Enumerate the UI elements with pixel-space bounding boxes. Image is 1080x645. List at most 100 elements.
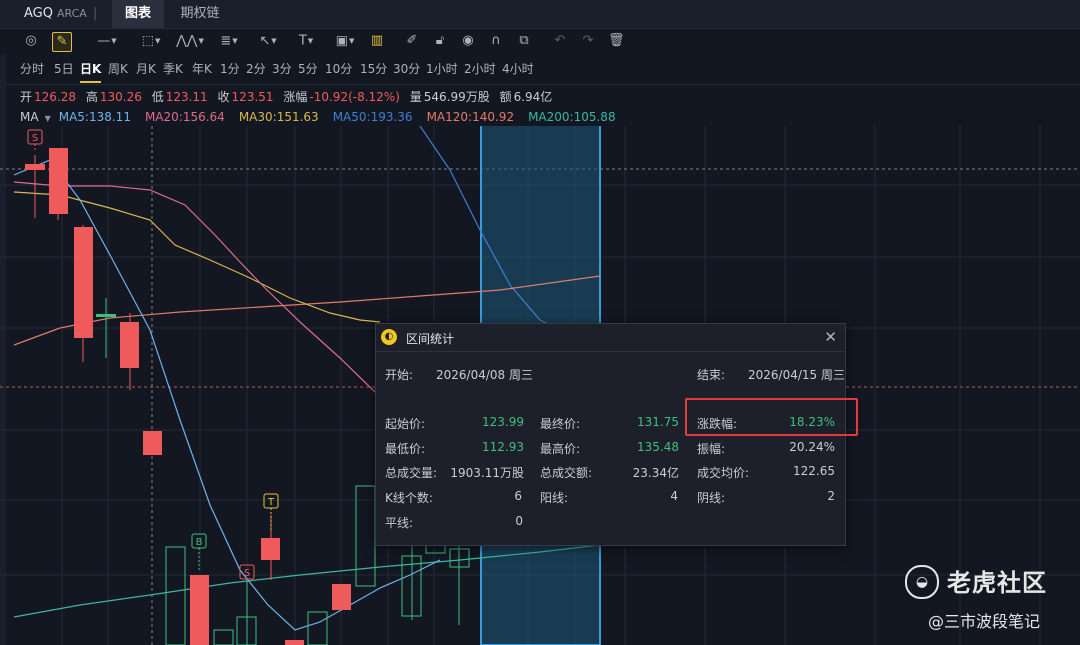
avg-price-label: 成交均价: (697, 466, 750, 480)
watermark-author: @三市波段笔记 (928, 612, 1041, 631)
period-4h[interactable]: 4小时 (502, 58, 534, 80)
period-1h[interactable]: 1小时 (426, 58, 458, 80)
ticker-separator: | (92, 6, 98, 21)
candle-1 (25, 164, 45, 170)
high-price-label: 最高价: (540, 442, 581, 456)
period-15m[interactable]: 15分 (360, 58, 387, 80)
up-candles-label: 阳线: (540, 491, 569, 505)
period-1m[interactable]: 1分 (220, 58, 240, 80)
candle-count-value: 6 (514, 489, 522, 503)
period-weekly[interactable]: 周K (108, 58, 128, 80)
ma20-value: MA20:156.64 (144, 110, 225, 124)
period-3m[interactable]: 3分 (272, 58, 292, 80)
low-price-label: 最低价: (385, 442, 426, 456)
close-icon[interactable]: ✕ (824, 328, 837, 346)
candle-count-label: K线个数: (385, 491, 433, 505)
total-volume-label: 总成交量: (385, 466, 438, 480)
signal-marker-s-top: S (27, 129, 43, 152)
tiger-logo-icon: ◐ (381, 329, 397, 345)
open-label: 开 (20, 90, 33, 104)
candle-8 (190, 575, 209, 645)
brush-icon[interactable]: ✐ (404, 32, 420, 50)
period-quarterly[interactable]: 季K (163, 58, 183, 80)
arrow-icon[interactable]: ↖▼ (254, 32, 282, 50)
open-value: 126.28 (34, 90, 77, 104)
ma-legend-title[interactable]: MA (20, 110, 39, 124)
candle-3 (74, 227, 93, 338)
ma200-value: MA200:105.88 (528, 110, 616, 124)
redo-icon[interactable]: ↷ (580, 32, 596, 50)
line-icon[interactable]: —▼ (90, 32, 124, 50)
start-price-value: 123.99 (482, 415, 524, 429)
crosshair-icon[interactable]: ◎ (22, 32, 40, 50)
lock-icon[interactable]: 🔓︎ (432, 32, 448, 50)
draw-pen-icon[interactable]: ✎ (52, 32, 72, 52)
ticker-symbol: AGQ (24, 6, 53, 21)
eye-icon[interactable]: ◉ (460, 32, 476, 50)
amplitude-label: 振幅: (697, 442, 726, 456)
total-amount-value: 23.34亿 (632, 466, 679, 480)
fib-icon[interactable]: ≣▼ (214, 32, 244, 50)
ma5-value: MA5:138.11 (58, 110, 131, 124)
change-pct-highlight-box (685, 398, 858, 436)
period-yearly[interactable]: 年K (192, 58, 212, 80)
down-candles-value: 2 (827, 489, 835, 503)
period-daily[interactable]: 日K (80, 58, 102, 83)
undo-icon[interactable]: ↶ (552, 32, 568, 50)
change-value: -10.92(-8.12%) (309, 90, 400, 104)
period-5d[interactable]: 5日 (54, 58, 74, 80)
layers-icon[interactable]: ⧉ (516, 32, 532, 50)
text-icon[interactable]: T▼ (292, 32, 320, 50)
signal-marker-t: T (263, 493, 279, 530)
high-value: 130.26 (99, 90, 142, 104)
trash-icon[interactable]: 🗑︎ (608, 32, 625, 50)
header-divider (0, 84, 1080, 85)
candle-7 (165, 546, 186, 645)
period-5m[interactable]: 5分 (298, 58, 318, 80)
ohlc-quote-line: 开 126.28 高 130.26 低 123.11 收 123.51 涨幅 -10.92… (20, 88, 558, 105)
amplitude-value: 20.24% (789, 440, 835, 454)
period-intraday[interactable]: 分时 (20, 58, 44, 80)
ma30-value: MA30:151.63 (238, 110, 319, 124)
period-30m[interactable]: 30分 (393, 58, 420, 80)
drawing-toolbar: ◎ ✎ —▼ ⬚▼ ⋀⋀▼ ≣▼ ↖▼ T▼ ▣▼ ▥ ✐ 🔓︎ ◉ ∩ ⧉ ↶… (0, 28, 1080, 54)
period-10m[interactable]: 10分 (325, 58, 352, 80)
low-label: 低 (151, 90, 164, 104)
rectangle-icon[interactable]: ⬚▼ (136, 32, 166, 50)
flat-candles-value: 0 (515, 514, 523, 528)
tab-chart[interactable]: 图表 (112, 0, 164, 28)
candle-2 (49, 148, 68, 214)
signal-b-text: B (196, 537, 203, 548)
candle-17 (425, 544, 446, 554)
total-volume-value: 1903.11万股 (450, 466, 524, 480)
candle-14 (332, 584, 351, 610)
signal-s-low-text: S (244, 568, 250, 579)
period-2h[interactable]: 2小时 (464, 58, 496, 80)
pattern-icon[interactable]: ⋀⋀▼ (174, 32, 206, 50)
candle-6 (143, 431, 162, 455)
amount-value: 6.94亿 (513, 90, 553, 104)
ma-legend: MA ▼ MA5:138.11 MA20:156.64 MA30:151.63 MA50:… (20, 110, 630, 124)
title-bar: AGQ ARCA | 图表 期权链 (0, 0, 1080, 29)
end-label: 结束: (697, 368, 726, 382)
candle-5 (120, 322, 139, 368)
volume-label: 量 (409, 90, 422, 104)
ma20-line (13, 181, 401, 406)
total-amount-label: 总成交额: (540, 466, 593, 480)
indicator-icon[interactable]: ▥ (368, 32, 386, 50)
end-price-label: 最终价: (540, 417, 581, 431)
tiger-community-logo-icon: ◒ (905, 565, 939, 599)
period-monthly[interactable]: 月K (136, 58, 156, 80)
start-label: 开始: (385, 368, 414, 382)
annotation-icon[interactable]: ▣▼ (330, 32, 360, 50)
period-2m[interactable]: 2分 (246, 58, 266, 80)
high-label: 高 (85, 90, 98, 104)
magnet-icon[interactable]: ∩ (488, 32, 504, 50)
volume-value: 546.99万股 (423, 90, 490, 104)
ticker-label[interactable]: AGQ ARCA | (24, 6, 97, 21)
ma-dropdown-icon[interactable]: ▼ (45, 114, 51, 123)
candle-15 (355, 485, 376, 587)
start-price-label: 起始价: (385, 417, 426, 431)
tab-option-chain[interactable]: 期权链 (172, 0, 228, 28)
start-date: 2026/04/08 周三 (436, 368, 533, 382)
